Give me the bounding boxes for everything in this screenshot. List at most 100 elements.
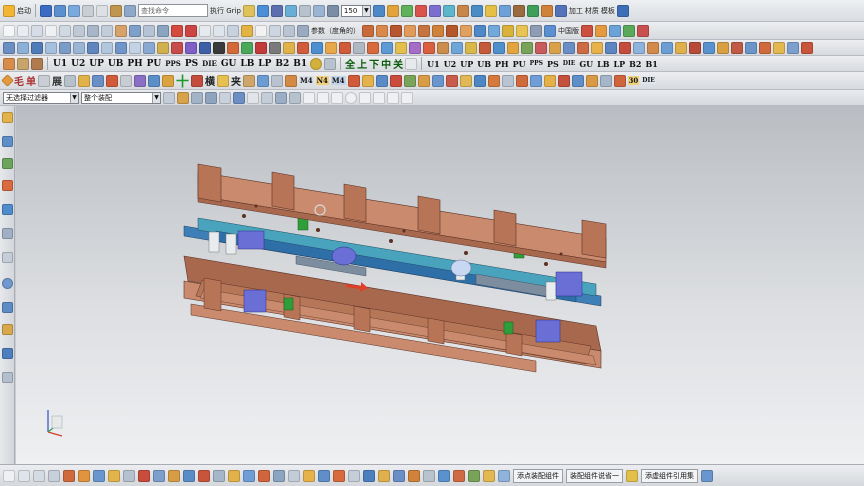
mirror-icon[interactable] — [143, 24, 155, 37]
bt-rotate-icon[interactable] — [393, 469, 405, 482]
code-ub[interactable]: UB — [107, 59, 124, 69]
palette-icon[interactable] — [2, 324, 13, 335]
form-ab-icon[interactable] — [515, 74, 528, 87]
tool-f-icon[interactable] — [442, 4, 455, 17]
die-tool-11-icon[interactable] — [143, 41, 155, 54]
die-tool-25-icon[interactable] — [339, 41, 351, 54]
line-icon[interactable] — [17, 24, 29, 37]
unite-icon[interactable] — [432, 24, 444, 37]
form-k-icon[interactable] — [217, 74, 230, 87]
die-tool-36-icon[interactable] — [493, 41, 505, 54]
die-tool-1-icon[interactable] — [3, 41, 15, 54]
tool-j-icon[interactable] — [498, 4, 511, 17]
die-tool-27-icon[interactable] — [367, 41, 379, 54]
bt-edge-icon[interactable] — [123, 469, 135, 482]
form-v-icon[interactable] — [431, 74, 444, 87]
bt-chain-icon[interactable] — [48, 469, 60, 482]
bt-pan-icon[interactable] — [408, 469, 420, 482]
tool-h-icon[interactable] — [470, 4, 483, 17]
right-code-ph[interactable]: PH — [494, 59, 510, 69]
curve-icon[interactable] — [213, 24, 225, 37]
params-label[interactable]: 参数（度角的） — [311, 26, 360, 36]
n4-button[interactable]: N4 — [315, 76, 329, 85]
form-ag-icon[interactable] — [585, 74, 598, 87]
die-tool-21-icon[interactable] — [283, 41, 295, 54]
redo-icon[interactable] — [68, 4, 80, 17]
bt-iso-icon[interactable] — [438, 469, 450, 482]
bt-line-icon[interactable] — [3, 469, 15, 482]
die-tool-52-icon[interactable] — [717, 41, 729, 54]
view-upper-button[interactable]: 上 — [357, 56, 367, 71]
subtract-icon[interactable] — [446, 24, 458, 37]
form-ad-icon[interactable] — [543, 74, 556, 87]
bt-move-icon[interactable] — [228, 469, 240, 482]
gear-icon[interactable] — [310, 57, 323, 70]
right-code-lb[interactable]: LB — [596, 59, 610, 69]
reuse-library-icon[interactable] — [2, 180, 13, 191]
tool-a-icon[interactable] — [372, 4, 385, 17]
bt-end-icon[interactable] — [701, 469, 713, 482]
die-tool-39-icon[interactable] — [535, 41, 547, 54]
cube-icon[interactable] — [256, 4, 269, 17]
code-u2[interactable]: U2 — [70, 59, 86, 69]
die-tool-55-icon[interactable] — [759, 41, 771, 54]
cross-button[interactable]: 十 — [176, 72, 189, 89]
die-tool-24-icon[interactable] — [325, 41, 337, 54]
view-icon[interactable] — [326, 4, 339, 17]
snap-mid-icon[interactable] — [331, 91, 343, 104]
die-tool-50-icon[interactable] — [689, 41, 701, 54]
form-c-icon[interactable] — [78, 74, 90, 87]
form-m-icon[interactable] — [257, 74, 270, 87]
project-icon[interactable] — [227, 24, 239, 37]
m4-alt-button[interactable]: M4 — [330, 76, 346, 85]
constraint-navigator-icon[interactable] — [2, 136, 13, 147]
die-tool-58-icon[interactable] — [801, 41, 813, 54]
bt-revolve-icon[interactable] — [78, 469, 90, 482]
add-reference-set-button[interactable]: 添虚组件引用集 — [641, 468, 698, 483]
form-ae-icon[interactable] — [557, 74, 570, 87]
plate-icon[interactable] — [17, 57, 29, 70]
form-ah-icon[interactable] — [599, 74, 612, 87]
bt-right-icon[interactable] — [483, 469, 495, 482]
bt-curve-icon[interactable] — [33, 469, 45, 482]
rectangle-icon[interactable] — [3, 24, 15, 37]
move-face-icon[interactable] — [544, 24, 556, 37]
form-n-icon[interactable] — [271, 74, 284, 87]
bt-draft-icon[interactable] — [183, 469, 195, 482]
bt-reference-icon[interactable] — [626, 469, 638, 482]
bt-arc-icon[interactable] — [18, 469, 30, 482]
circle-icon[interactable] — [45, 24, 57, 37]
history-icon[interactable] — [2, 228, 13, 239]
right-code-up[interactable]: UP — [459, 59, 474, 69]
form-d-icon[interactable] — [92, 74, 104, 87]
view-middle-button[interactable]: 中 — [381, 56, 391, 71]
die-tool-12-icon[interactable] — [157, 41, 169, 54]
pocket-icon[interactable] — [418, 24, 430, 37]
select-h-icon[interactable] — [261, 91, 273, 104]
form-r-icon[interactable] — [375, 74, 388, 87]
china-version-label[interactable]: 中国版 — [558, 26, 579, 36]
code-up[interactable]: UP — [88, 59, 105, 69]
view-off-button[interactable]: 关 — [393, 56, 403, 71]
cut-icon[interactable] — [82, 4, 94, 17]
select-c-icon[interactable] — [191, 91, 203, 104]
blank-button[interactable]: 毛 — [14, 73, 24, 88]
snap-intersect-icon[interactable] — [373, 91, 385, 104]
thirty-button[interactable]: 30 — [627, 76, 640, 85]
die-tool-43-icon[interactable] — [591, 41, 603, 54]
plugin-c-icon[interactable] — [609, 24, 621, 37]
die-tool-13-icon[interactable] — [171, 41, 183, 54]
dimension-icon[interactable] — [171, 24, 183, 37]
single-button[interactable]: 单 — [26, 73, 36, 88]
code-lb[interactable]: LB — [239, 59, 255, 69]
draft-icon[interactable] — [488, 24, 500, 37]
bt-refresh-icon[interactable] — [498, 469, 510, 482]
die-tool-41-icon[interactable] — [563, 41, 575, 54]
bt-section-icon[interactable] — [153, 469, 165, 482]
trim-body-icon[interactable] — [502, 24, 514, 37]
bt-hide-icon[interactable] — [288, 469, 300, 482]
die-tool-46-icon[interactable] — [633, 41, 645, 54]
m4-button[interactable]: M4 — [299, 76, 314, 85]
die-tool-47-icon[interactable] — [647, 41, 659, 54]
right-code-ps[interactable]: PS — [546, 59, 560, 69]
